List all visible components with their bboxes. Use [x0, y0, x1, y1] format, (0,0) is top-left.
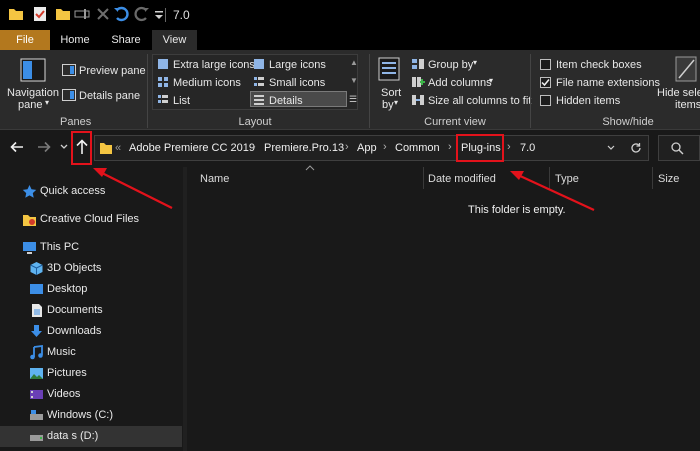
annotation-arrows [93, 168, 595, 211]
annotation-arrow-plug-ins [510, 171, 595, 211]
annotation-arrow-up-button [93, 168, 173, 209]
